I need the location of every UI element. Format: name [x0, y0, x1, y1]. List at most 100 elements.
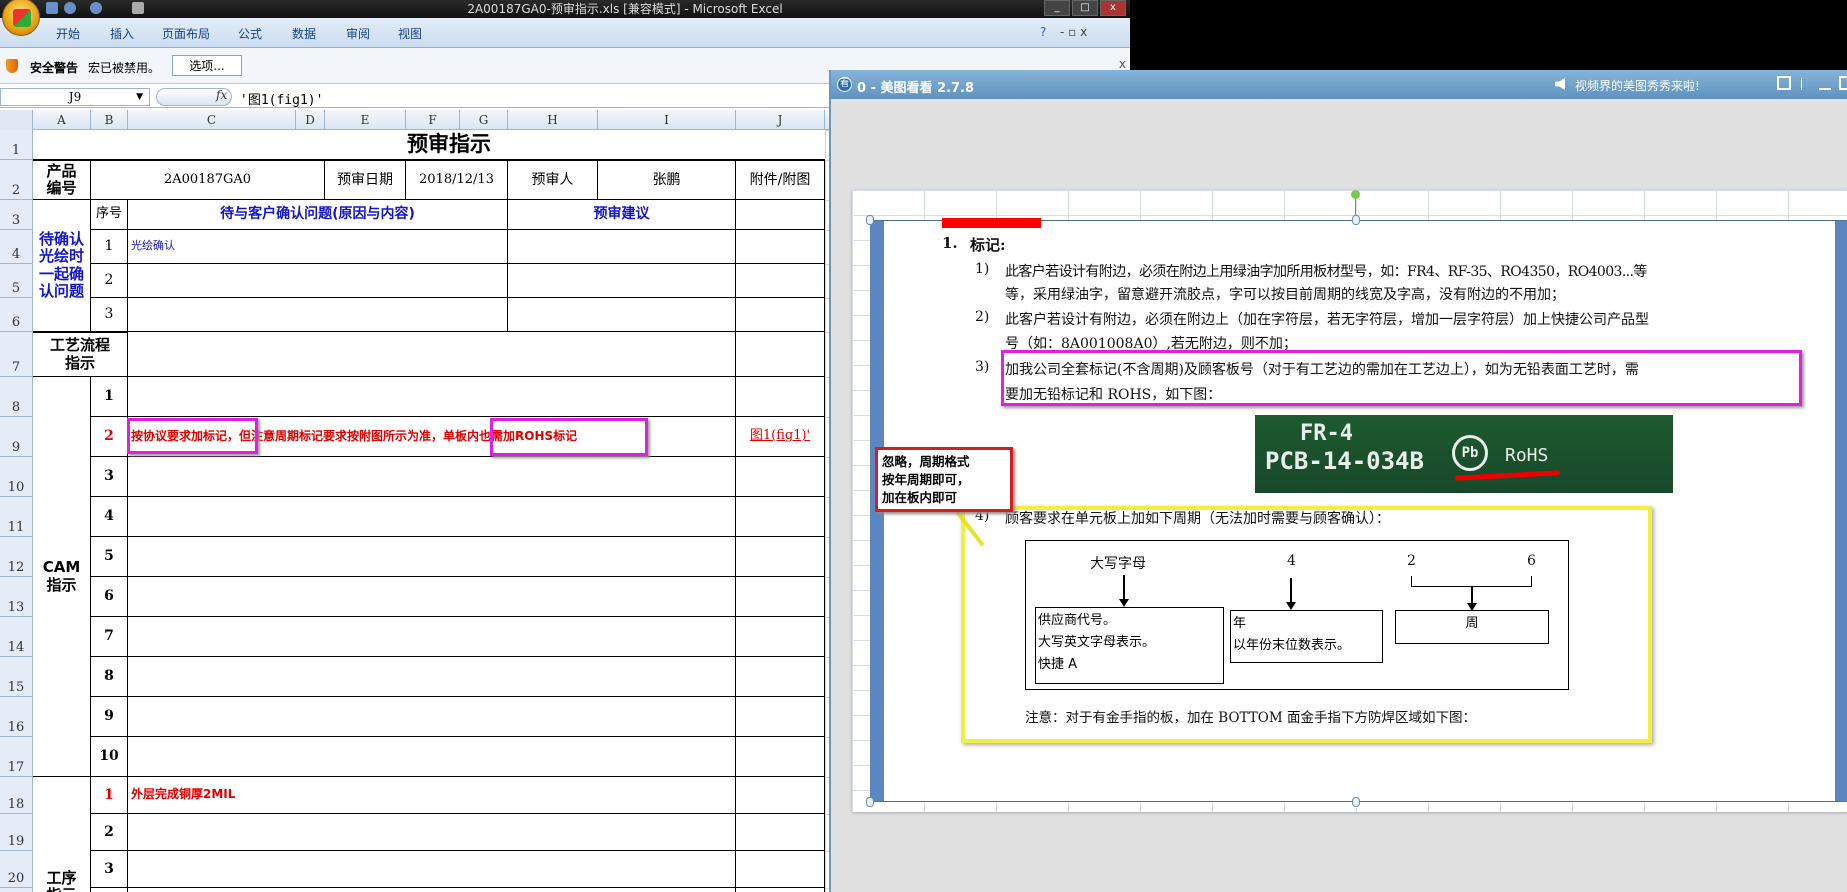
column-header-f[interactable]: F — [406, 110, 460, 130]
row-header-8[interactable]: 8 — [0, 377, 33, 417]
attachment-cell[interactable] — [736, 577, 825, 617]
row-header-19[interactable]: 19 — [0, 814, 33, 851]
attachment-cell[interactable] — [736, 264, 825, 298]
product-no-value[interactable]: 2A00187GA0 — [91, 160, 325, 200]
formula-input[interactable]: '图1(fig1)' — [240, 89, 323, 108]
cam-seq-number[interactable]: 2 — [91, 417, 128, 457]
column-header-g[interactable]: G — [460, 110, 508, 130]
cam-seq-number[interactable]: 6 — [91, 577, 128, 617]
cam-instruction-cell[interactable] — [128, 537, 736, 577]
rotate-handle[interactable] — [1351, 190, 1360, 199]
cam-seq-number[interactable]: 1 — [91, 377, 128, 417]
row-header-4[interactable]: 4 — [0, 230, 33, 264]
tab-insert[interactable]: 插入 — [110, 25, 134, 42]
close-bar-icon[interactable]: x — [1119, 57, 1126, 71]
seq-number[interactable]: 2 — [91, 264, 128, 298]
resize-handle[interactable] — [866, 215, 874, 225]
process-instruction-cell[interactable] — [128, 888, 736, 892]
minimize-button[interactable] — [1819, 88, 1831, 90]
row-header-9[interactable]: 9 — [0, 417, 33, 457]
suggestion-cell[interactable] — [508, 230, 736, 264]
attachment-cell[interactable] — [736, 457, 825, 497]
row-header-11[interactable]: 11 — [0, 497, 33, 537]
row-header-20[interactable]: 20 — [0, 851, 33, 888]
sheet-title[interactable]: 预审指示 — [33, 130, 825, 160]
cam-seq-number[interactable]: 9 — [91, 697, 128, 737]
attachment-cell[interactable] — [736, 697, 825, 737]
attachment-cell[interactable] — [736, 377, 825, 417]
cam-instruction-cell[interactable] — [128, 617, 736, 657]
cam-instruction-cell[interactable] — [128, 457, 736, 497]
column-header-h[interactable]: H — [508, 110, 598, 130]
column-header-i[interactable]: I — [598, 110, 736, 130]
help-icon[interactable]: ? — [1040, 25, 1046, 39]
name-box[interactable]: J9 ▼ — [0, 88, 150, 106]
cam-seq-number[interactable]: 3 — [91, 457, 128, 497]
cam-seq-number[interactable]: 4 — [91, 497, 128, 537]
attachment-cell[interactable] — [736, 657, 825, 697]
cam-instruction-cell[interactable] — [128, 377, 736, 417]
attachment-cell[interactable] — [736, 814, 825, 851]
row-header-6[interactable]: 6 — [0, 298, 33, 332]
column-header-c[interactable]: C — [128, 110, 296, 130]
attachment-cell[interactable] — [736, 200, 825, 230]
attachment-cell[interactable] — [736, 777, 825, 814]
redo-icon[interactable] — [90, 2, 102, 14]
print-icon[interactable] — [132, 2, 144, 14]
maximize-button[interactable]: □ — [1072, 0, 1098, 16]
column-header-d[interactable]: D — [296, 110, 325, 130]
reviewer-label[interactable]: 预审人 — [508, 160, 598, 200]
tab-data[interactable]: 数据 — [292, 25, 316, 42]
process-instruction-cell[interactable]: 外层完成铜厚2MIL — [128, 777, 736, 814]
attachment-cell[interactable] — [736, 497, 825, 537]
seq-header[interactable]: 序号 — [91, 200, 128, 230]
process-seq-number[interactable]: 2 — [91, 814, 128, 851]
flow-cell[interactable] — [128, 332, 736, 377]
close-button[interactable]: x — [1100, 0, 1126, 16]
reviewer-value[interactable]: 张鹏 — [598, 160, 736, 200]
select-all-corner[interactable] — [0, 110, 33, 130]
row-header-17[interactable]: 17 — [0, 737, 33, 777]
resize-handle[interactable] — [1352, 797, 1360, 807]
attachment-label[interactable]: 附件/附图 — [736, 160, 825, 200]
row-header-18[interactable]: 18 — [0, 777, 33, 814]
column-header-e[interactable]: E — [325, 110, 406, 130]
dropdown-icon[interactable]: ▼ — [136, 89, 143, 105]
attachment-cell[interactable] — [736, 537, 825, 577]
attachment-cell[interactable] — [736, 851, 825, 888]
process-instruction-cell[interactable] — [128, 814, 736, 851]
confirm-section-label[interactable]: 待确认光绘时一起确认问题 — [33, 200, 91, 332]
process-instruction-cell[interactable] — [128, 851, 736, 888]
cam-instruction-cell[interactable] — [128, 577, 736, 617]
cam-instruction-cell[interactable] — [128, 657, 736, 697]
date-value[interactable]: 2018/12/13 — [406, 160, 508, 200]
seq-number[interactable]: 1 — [91, 230, 128, 264]
attachment-cell[interactable]: 图1(fig1)' — [736, 417, 825, 457]
attachment-cell[interactable] — [736, 332, 825, 377]
process-seq-number[interactable]: 1 — [91, 777, 128, 814]
row-header-1[interactable]: 1 — [0, 130, 33, 160]
attachment-cell[interactable] — [736, 737, 825, 777]
product-no-label[interactable]: 产品编号 — [33, 160, 91, 200]
date-label[interactable]: 预审日期 — [325, 160, 406, 200]
row-header-15[interactable]: 15 — [0, 657, 33, 697]
tab-view[interactable]: 视图 — [398, 25, 422, 42]
row-header-5[interactable]: 5 — [0, 264, 33, 298]
save-icon[interactable] — [46, 2, 58, 14]
tab-formulas[interactable]: 公式 — [238, 25, 262, 42]
question-cell[interactable] — [128, 298, 508, 332]
cam-seq-number[interactable]: 8 — [91, 657, 128, 697]
tab-review[interactable]: 审阅 — [346, 25, 370, 42]
row-header-12[interactable]: 12 — [0, 537, 33, 577]
suggestion-cell[interactable] — [508, 264, 736, 298]
attachment-cell[interactable] — [736, 230, 825, 264]
resize-handle[interactable] — [866, 797, 874, 807]
row-header-3[interactable]: 3 — [0, 200, 33, 230]
attachment-cell[interactable] — [736, 888, 825, 892]
row-header-10[interactable]: 10 — [0, 457, 33, 497]
ribbon-minimize-button[interactable]: - ▫ x — [1060, 25, 1087, 39]
suggestion-cell[interactable] — [508, 298, 736, 332]
options-button[interactable]: 选项... — [172, 55, 242, 76]
question-cell[interactable] — [128, 264, 508, 298]
row-header-2[interactable]: 2 — [0, 160, 33, 200]
